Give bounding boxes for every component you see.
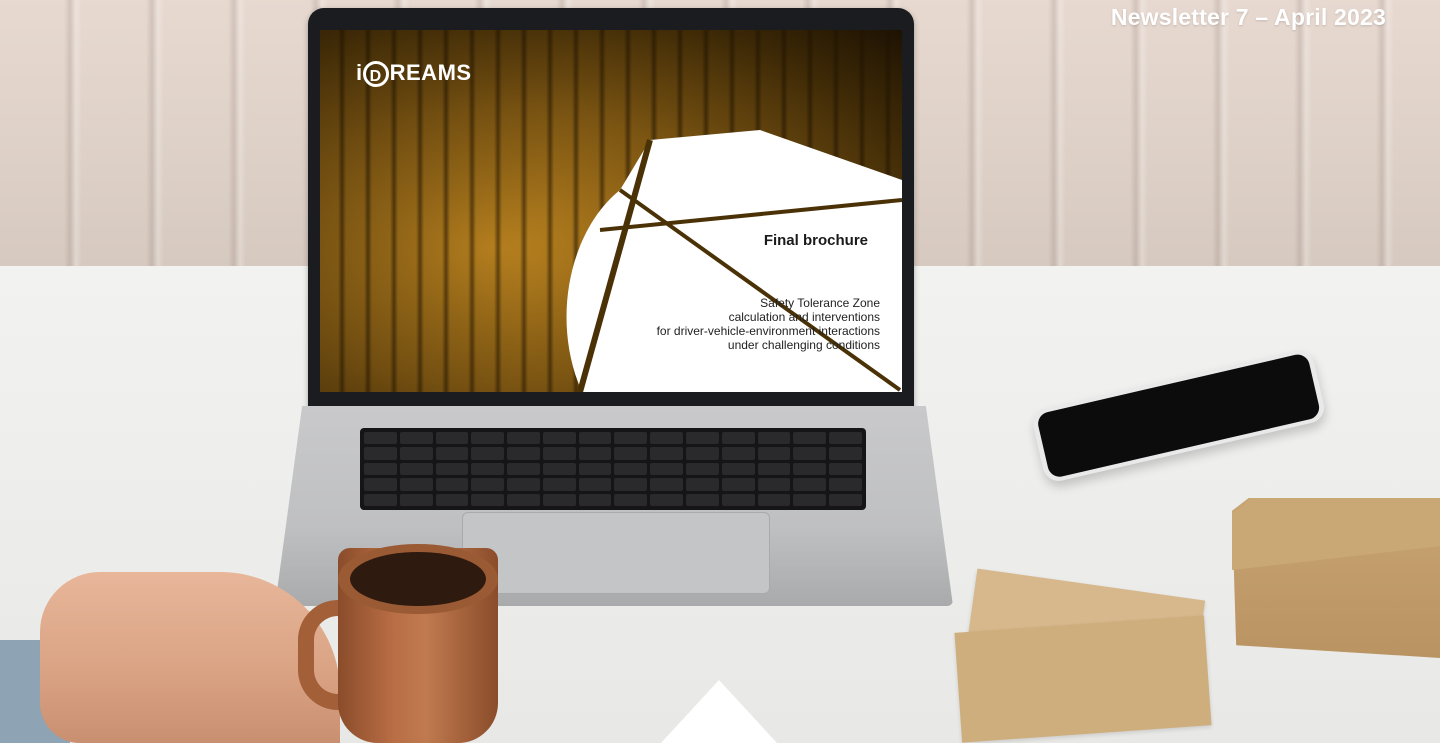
keyboard-key <box>721 478 755 491</box>
keyboard-key <box>399 462 433 476</box>
keyboard-key <box>829 493 862 506</box>
keyboard-key <box>435 493 469 506</box>
keyboard-key <box>507 432 540 445</box>
newsletter-label: Newsletter 7 – April 2023 <box>1110 4 1386 30</box>
laptop-keyboard <box>360 428 866 510</box>
keyboard-key <box>471 493 505 506</box>
keyboard-key <box>578 493 612 506</box>
keyboard-key <box>614 447 648 460</box>
keyboard-key <box>399 493 433 506</box>
keyboard-key <box>471 447 505 460</box>
keyboard-key <box>829 478 862 491</box>
keyboard-key <box>614 478 648 491</box>
keyboard-key <box>471 462 505 476</box>
keyboard-key <box>721 447 755 460</box>
laptop-lid: i D REAMS Final brochure Safety Tolerance … <box>308 8 914 414</box>
keyboard-key <box>578 478 612 491</box>
keyboard-key <box>686 432 719 445</box>
keyboard-key <box>757 493 791 506</box>
keyboard-key <box>364 478 397 491</box>
keyboard-key <box>650 447 684 460</box>
keyboard-key <box>686 493 719 506</box>
brochure-title: Final brochure <box>763 232 868 249</box>
keyboard-key <box>721 493 755 506</box>
keyboard-key <box>542 432 576 445</box>
keyboard-key <box>757 432 791 445</box>
subtitle-line: under challenging conditions <box>727 338 880 352</box>
triangle-up-icon[interactable] <box>661 680 777 743</box>
sticky-note <box>954 615 1212 743</box>
keyboard-key <box>364 493 397 506</box>
keyboard-key <box>399 432 433 445</box>
keyboard-key <box>542 462 576 476</box>
keyboard-key <box>650 493 684 506</box>
keyboard-key <box>507 447 540 460</box>
keyboard-key <box>435 432 469 445</box>
keyboard-key <box>614 432 648 445</box>
subtitle-line: calculation and interventions <box>728 310 880 324</box>
keyboard-key <box>364 462 397 476</box>
keyboard-key <box>364 432 397 445</box>
keyboard-key <box>542 447 576 460</box>
keyboard-key <box>650 432 684 445</box>
keyboard-key <box>578 432 612 445</box>
keyboard-key <box>471 478 505 491</box>
brochure-subtitle: Safety Tolerance Zone calculation and in… <box>657 296 880 352</box>
keyboard-key <box>542 493 576 506</box>
keyboard-key <box>399 447 433 460</box>
keyboard-key <box>614 462 648 476</box>
keyboard-key <box>578 447 612 460</box>
subtitle-line: for driver-vehicle-environment interacti… <box>656 324 880 338</box>
keyboard-key <box>507 493 540 506</box>
hand <box>40 572 340 743</box>
keyboard-key <box>650 462 684 476</box>
keyboard-key <box>757 447 791 460</box>
keyboard-key <box>435 462 469 476</box>
keyboard-key <box>757 478 791 491</box>
keyboard-key <box>435 447 469 460</box>
keyboard-key <box>721 462 755 476</box>
keyboard-key <box>435 478 469 491</box>
keyboard-key <box>757 462 791 476</box>
keyboard-key <box>364 447 397 460</box>
keyboard-key <box>686 447 719 460</box>
keyboard-key <box>793 462 827 476</box>
keyboard-key <box>507 462 540 476</box>
keyboard-key <box>399 478 433 491</box>
keyboard-key <box>578 462 612 476</box>
keyboard-key <box>793 478 827 491</box>
keyboard-key <box>686 462 719 476</box>
keyboard-key <box>507 478 540 491</box>
subtitle-line: Safety Tolerance Zone <box>760 296 880 310</box>
keyboard-key <box>614 493 648 506</box>
coffee-surface <box>350 552 486 606</box>
laptop-trackpad <box>462 512 770 594</box>
laptop-screen: i D REAMS Final brochure Safety Tolerance … <box>320 30 902 392</box>
keyboard-key <box>471 432 505 445</box>
keyboard-key <box>650 478 684 491</box>
keyboard-key <box>793 447 827 460</box>
keyboard-key <box>542 478 576 491</box>
hero-scene: Newsletter 7 – April 2023 i D REAMS Final … <box>0 0 1440 743</box>
keyboard-key <box>686 478 719 491</box>
keyboard-key <box>829 432 862 445</box>
keyboard-key <box>829 462 862 476</box>
keyboard-key <box>793 493 827 506</box>
keyboard-key <box>721 432 755 445</box>
keyboard-key <box>793 432 827 445</box>
idreams-logo: i D REAMS <box>356 60 472 88</box>
keyboard-key <box>829 447 862 460</box>
